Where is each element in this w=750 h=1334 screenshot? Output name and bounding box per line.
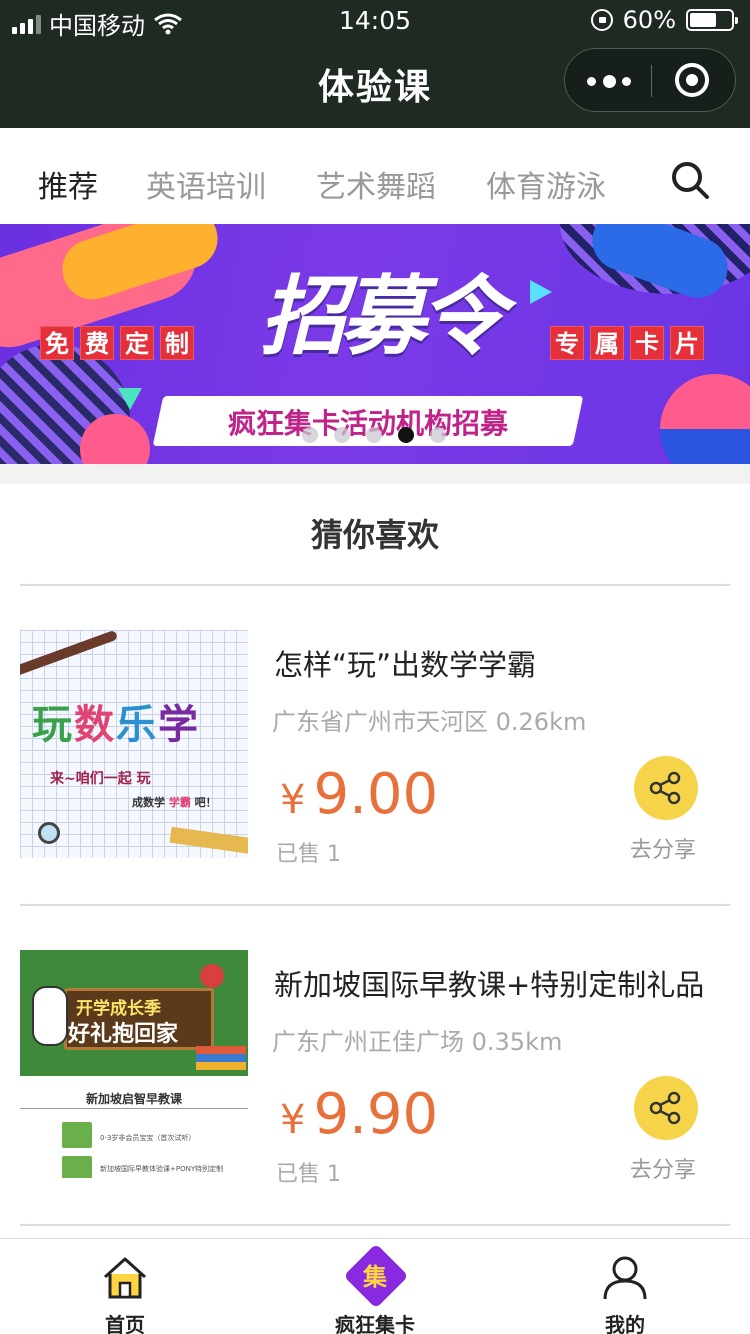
banner-decoration bbox=[530, 280, 552, 304]
ruler-decoration bbox=[169, 826, 248, 858]
sold-count: 已售 1 bbox=[276, 842, 341, 867]
thumb-title: 玩数乐学 bbox=[32, 702, 200, 748]
tag-char: 片 bbox=[670, 326, 704, 360]
tab-jika[interactable]: 集 疯狂集卡 bbox=[250, 1239, 500, 1334]
carousel-dot-active[interactable] bbox=[398, 427, 414, 443]
carousel-dot[interactable] bbox=[302, 427, 318, 443]
tag-char: 专 bbox=[550, 326, 584, 360]
carousel-dot[interactable] bbox=[334, 427, 350, 443]
sold-count: 已售 1 bbox=[276, 1162, 341, 1187]
tag-char: 免 bbox=[40, 326, 74, 360]
tab-label: 我的 bbox=[605, 1313, 645, 1334]
product-price: ¥9.90 bbox=[280, 1082, 439, 1147]
tab-art-dance[interactable]: 艺术舞蹈 bbox=[316, 162, 436, 206]
banner-tag-left: 免 费 定 制 bbox=[40, 326, 194, 360]
battery-percent: 60% bbox=[622, 6, 676, 34]
tab-mine[interactable]: 我的 bbox=[500, 1239, 750, 1334]
bullet-icon bbox=[62, 1156, 92, 1178]
carousel-indicator bbox=[302, 427, 446, 443]
bottom-tab-bar: 首页 集 疯狂集卡 我的 bbox=[0, 1238, 750, 1334]
status-bar: 中国移动 14:05 60% bbox=[0, 0, 750, 40]
banner-decoration bbox=[118, 388, 142, 410]
capsule-divider bbox=[651, 65, 652, 97]
share-button[interactable] bbox=[634, 1076, 698, 1140]
promo-banner[interactable]: 免 费 定 制 专 属 卡 片 招募令 疯狂集卡活动机构招募 bbox=[0, 224, 750, 464]
product-price: ¥9.00 bbox=[280, 762, 439, 827]
share-icon bbox=[649, 771, 681, 805]
thumb-line2: 好礼抱回家 bbox=[68, 1022, 179, 1047]
tab-sports-swim[interactable]: 体育游泳 bbox=[486, 162, 606, 206]
search-icon[interactable] bbox=[670, 160, 710, 200]
thumb-caption: 新加坡启智早教课 bbox=[85, 1092, 182, 1106]
carousel-dot[interactable] bbox=[366, 427, 382, 443]
product-card[interactable]: 玩数乐学 来~咱们一起 玩 成数学 学霸 吧！ 怎样“玩”出数学学霸 广东省广州… bbox=[0, 586, 750, 906]
thumb-row: 0-3岁非会员宝宝（首次试听） bbox=[100, 1134, 196, 1142]
section-gap bbox=[0, 464, 750, 484]
home-icon bbox=[103, 1257, 147, 1299]
user-icon bbox=[603, 1256, 647, 1300]
bullet-icon bbox=[62, 1122, 92, 1148]
share-icon bbox=[649, 1091, 681, 1125]
banner-decoration bbox=[660, 374, 750, 464]
product-thumbnail[interactable]: 开学成长季 好礼抱回家 新加坡启智早教课 0-3岁非会员宝宝（首次试听） 新加坡… bbox=[20, 950, 248, 1178]
section-title: 猜你喜欢 bbox=[310, 516, 439, 554]
tab-home[interactable]: 首页 bbox=[0, 1239, 250, 1334]
tag-char: 属 bbox=[590, 326, 624, 360]
tab-english[interactable]: 英语培训 bbox=[146, 162, 266, 206]
share-label[interactable]: 去分享 bbox=[630, 1152, 710, 1184]
mascot-decoration bbox=[32, 986, 68, 1046]
product-name[interactable]: 新加坡国际早教课+特别定制礼品 bbox=[274, 962, 704, 1004]
thumb-subtitle: 来~咱们一起 玩 bbox=[50, 771, 151, 787]
tab-label: 首页 bbox=[105, 1313, 145, 1334]
tag-char: 定 bbox=[120, 326, 154, 360]
product-thumbnail[interactable]: 玩数乐学 来~咱们一起 玩 成数学 学霸 吧！ bbox=[20, 630, 248, 858]
product-location: 广东省广州市天河区 0.26km bbox=[272, 708, 587, 736]
thumb-row: 新加坡国际早教体验课+PONY特别定制 bbox=[100, 1165, 224, 1173]
product-card[interactable]: 开学成长季 好礼抱回家 新加坡启智早教课 0-3岁非会员宝宝（首次试听） 新加坡… bbox=[0, 906, 750, 1226]
tab-recommend[interactable]: 推荐 bbox=[38, 162, 98, 206]
top-bar: 中国移动 14:05 60% 体验课 bbox=[0, 0, 750, 128]
divider bbox=[20, 1108, 248, 1109]
thumb-subtitle-2: 成数学 学霸 吧！ bbox=[132, 796, 217, 809]
more-icon[interactable] bbox=[587, 69, 631, 93]
product-location: 广东广州正佳广场 0.35km bbox=[272, 1028, 563, 1056]
miniprogram-capsule bbox=[564, 48, 736, 112]
rotation-lock-icon bbox=[590, 9, 613, 31]
apple-decoration bbox=[200, 964, 224, 988]
close-miniprogram-icon[interactable] bbox=[675, 63, 709, 97]
divider bbox=[20, 1224, 730, 1226]
magnifier-decoration bbox=[38, 822, 60, 844]
pencil-decoration bbox=[20, 630, 119, 681]
battery-icon bbox=[686, 9, 738, 31]
product-name[interactable]: 怎样“玩”出数学学霸 bbox=[274, 642, 536, 684]
banner-headline: 招募令 bbox=[260, 266, 506, 367]
share-label[interactable]: 去分享 bbox=[630, 832, 710, 864]
share-button[interactable] bbox=[634, 756, 698, 820]
carousel-dot[interactable] bbox=[430, 427, 446, 443]
tag-char: 卡 bbox=[630, 326, 664, 360]
tab-label: 疯狂集卡 bbox=[335, 1313, 415, 1334]
jika-icon-text: 集 bbox=[363, 1263, 387, 1291]
books-decoration bbox=[196, 1046, 246, 1070]
banner-tag-right: 专 属 卡 片 bbox=[550, 326, 704, 360]
tag-char: 费 bbox=[80, 326, 114, 360]
category-tabs: 推荐 英语培训 艺术舞蹈 体育游泳 bbox=[0, 128, 750, 224]
tag-char: 制 bbox=[160, 326, 194, 360]
